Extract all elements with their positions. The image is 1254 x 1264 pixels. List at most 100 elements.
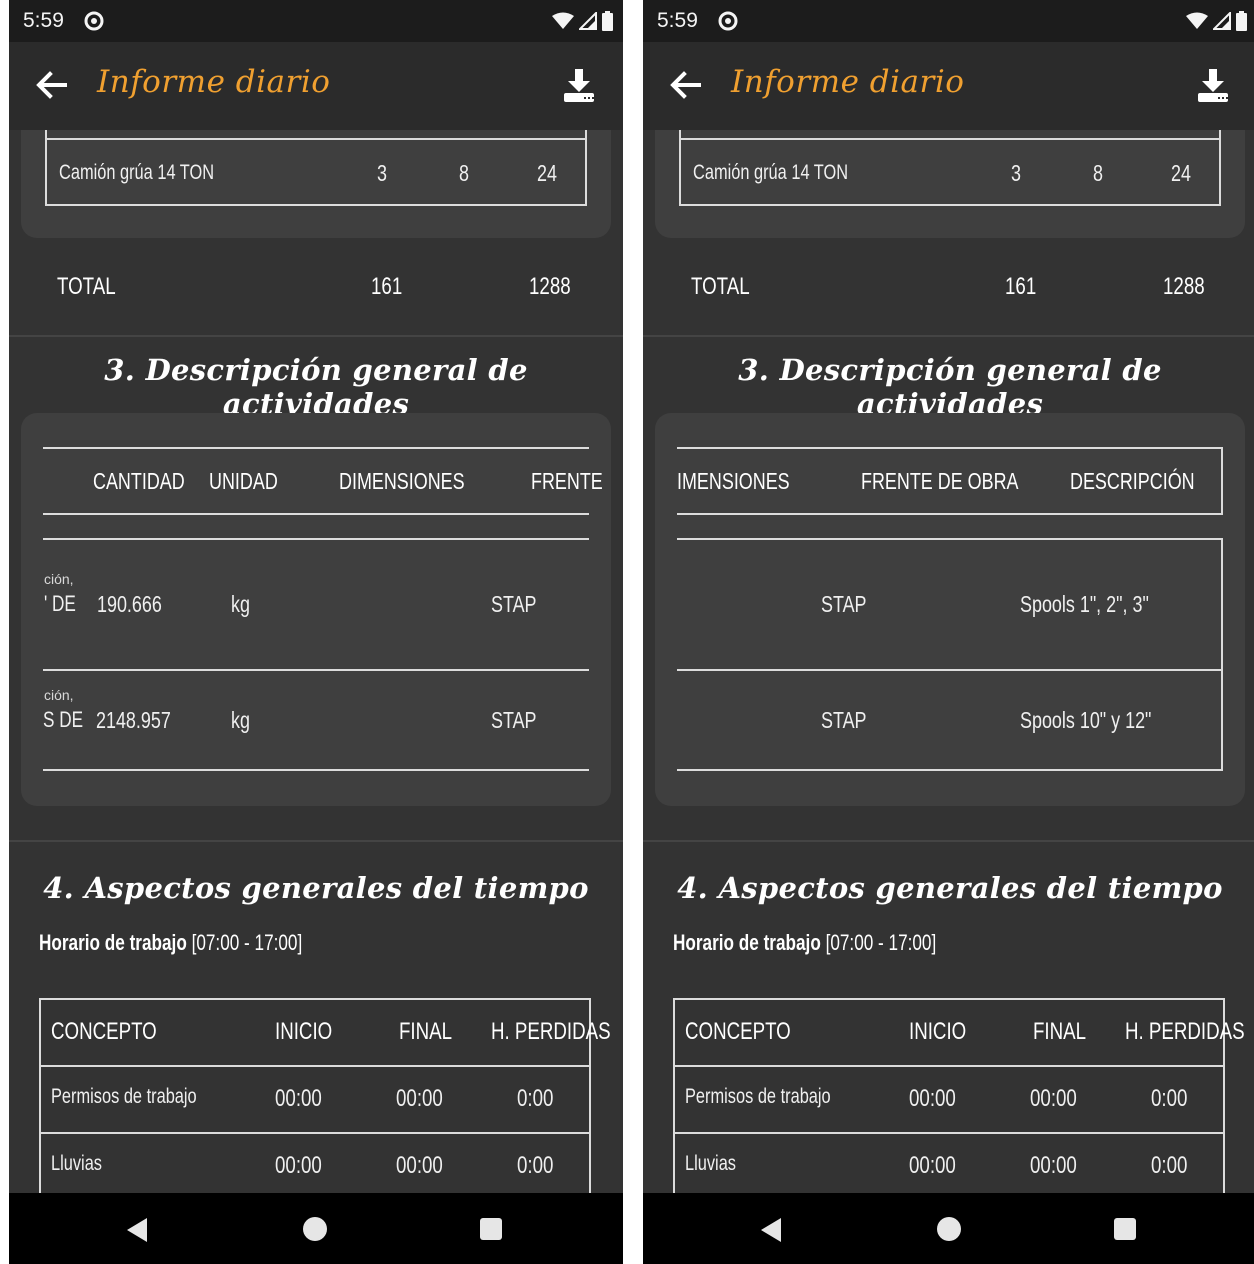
header-concepto: CONCEPTO (51, 1018, 157, 1045)
total-quantity: 161 (1005, 273, 1037, 300)
nav-recents-icon[interactable] (1114, 1218, 1136, 1240)
page-title: Informe diario (97, 64, 331, 100)
equipment-name: Camión grúa 14 TON (59, 161, 215, 184)
status-time: 5:59 (23, 9, 64, 32)
table-border (1221, 538, 1223, 771)
table-border (677, 769, 1223, 771)
report-content[interactable]: Camión grúa 14 TON 3 8 24 TOTAL 161 1288… (643, 130, 1254, 1193)
page-title: Informe diario (731, 64, 965, 100)
row-concepto: Lluvias (685, 1152, 736, 1175)
work-schedule-label: Horario de trabajo (673, 930, 821, 955)
header-cantidad: CANTIDAD (93, 468, 185, 494)
report-content[interactable]: Camión grúa 14 TON 3 8 24 TOTAL 161 1288… (9, 130, 623, 1193)
equipment-card: Camión grúa 14 TON 3 8 24 (655, 130, 1245, 238)
time-table: CONCEPTO INICIO FINAL H. PERDIDAS Permis… (39, 998, 611, 1193)
equipment-total: 24 (1171, 160, 1191, 186)
row-h-perdidas: 0:00 (517, 1152, 554, 1179)
row-final: 00:00 (396, 1085, 443, 1112)
table-row: Permisos de trabajo 00:00 00:00 0:00 (675, 1067, 1223, 1134)
header-frente: FRENTE (531, 468, 603, 494)
nav-home-icon[interactable] (303, 1217, 327, 1241)
header-concepto: CONCEPTO (685, 1018, 791, 1045)
table-border (43, 769, 589, 771)
row-2-description-fragment: ción, (44, 687, 74, 703)
section-title-time: 4. Aspectos generales del tiempo (43, 871, 589, 905)
header-frente-de-obra: FRENTE DE OBRA (861, 468, 1019, 494)
nav-back-icon[interactable] (759, 1217, 783, 1248)
navigation-bar (9, 1193, 623, 1264)
equipment-card: Camión grúa 14 TON 3 8 24 (21, 130, 611, 238)
wifi-icon (1186, 12, 1208, 35)
header-unidad: UNIDAD (209, 468, 278, 494)
wifi-icon (552, 12, 574, 35)
total-hours: 1288 (529, 273, 571, 300)
equipment-quantity: 3 (1011, 160, 1021, 186)
row-final: 00:00 (1030, 1152, 1077, 1179)
row-final: 00:00 (396, 1152, 443, 1179)
equipment-hours: 8 (459, 160, 469, 186)
row-final: 00:00 (1030, 1085, 1077, 1112)
equipment-row: Camión grúa 14 TON 3 8 24 (45, 138, 587, 206)
equipment-name: Camión grúa 14 TON (693, 161, 849, 184)
total-label: TOTAL (691, 273, 750, 300)
row-1-descripcion: Spools 1", 2", 3" (1020, 591, 1149, 617)
download-icon[interactable] (1197, 69, 1231, 108)
section-title-activities: 3. Descripción general de actividades (738, 353, 1162, 421)
header-inicio: INICIO (909, 1018, 967, 1045)
table-border (677, 513, 1223, 515)
work-schedule: Horario de trabajo [07:00 - 17:00] (673, 930, 936, 956)
activities-card[interactable]: CANTIDAD UNIDAD DIMENSIONES FRENTE ción,… (21, 413, 611, 806)
section-title-activities: 3. Descripción general de actividades (104, 353, 528, 421)
work-schedule: Horario de trabajo [07:00 - 17:00] (39, 930, 302, 956)
status-time: 5:59 (657, 9, 698, 32)
section-title-time: 4. Aspectos generales del tiempo (677, 871, 1223, 905)
row-concepto: Permisos de trabajo (685, 1085, 831, 1108)
navigation-bar (643, 1193, 1254, 1264)
header-final: FINAL (399, 1018, 453, 1045)
header-final: FINAL (1033, 1018, 1087, 1045)
nav-back-icon[interactable] (125, 1217, 149, 1248)
total-quantity: 161 (371, 273, 403, 300)
work-schedule-value: [07:00 - 17:00] (825, 930, 937, 955)
row-1-description-fragment: ' DE (44, 591, 76, 616)
table-row: Permisos de trabajo 00:00 00:00 0:00 (41, 1067, 589, 1134)
battery-icon (602, 11, 613, 36)
status-bar: 5:59 (643, 0, 1254, 42)
table-border (43, 447, 589, 449)
download-icon[interactable] (563, 69, 597, 108)
signal-icon (1211, 10, 1231, 35)
activities-card[interactable]: IMENSIONES FRENTE DE OBRA DESCRIPCIÓN ST… (655, 413, 1245, 806)
table-border (677, 669, 1223, 671)
table-border (45, 130, 587, 138)
table-row: Lluvias 00:00 00:00 0:00 (41, 1134, 589, 1193)
divider (643, 335, 1254, 337)
table-header-row: CONCEPTO INICIO FINAL H. PERDIDAS (675, 1000, 1245, 1067)
row-1-unidad: kg (231, 591, 250, 617)
equipment-row: Camión grúa 14 TON 3 8 24 (679, 138, 1221, 206)
table-row: Lluvias 00:00 00:00 0:00 (675, 1134, 1223, 1193)
row-2-description-fragment: S DE (43, 707, 84, 732)
signal-icon (577, 10, 597, 35)
row-1-frente: STAP (491, 591, 537, 617)
row-inicio: 00:00 (275, 1085, 322, 1112)
row-inicio: 00:00 (909, 1152, 956, 1179)
row-concepto: Permisos de trabajo (51, 1085, 197, 1108)
equipment-total: 24 (537, 160, 557, 186)
notification-badge-icon (717, 10, 739, 37)
table-border (677, 447, 1223, 449)
row-inicio: 00:00 (275, 1152, 322, 1179)
row-inicio: 00:00 (909, 1085, 956, 1112)
total-label: TOTAL (57, 273, 116, 300)
divider (643, 840, 1254, 842)
row-2-unidad: kg (231, 707, 250, 733)
work-schedule-label: Horario de trabajo (39, 930, 187, 955)
battery-icon (1236, 11, 1247, 36)
app-bar: Informe diario (9, 42, 623, 130)
row-concepto: Lluvias (51, 1152, 102, 1175)
status-bar: 5:59 (9, 0, 623, 42)
back-arrow-icon[interactable] (35, 70, 67, 105)
back-arrow-icon[interactable] (669, 70, 701, 105)
row-1-frente: STAP (821, 591, 867, 617)
nav-home-icon[interactable] (937, 1217, 961, 1241)
nav-recents-icon[interactable] (480, 1218, 502, 1240)
